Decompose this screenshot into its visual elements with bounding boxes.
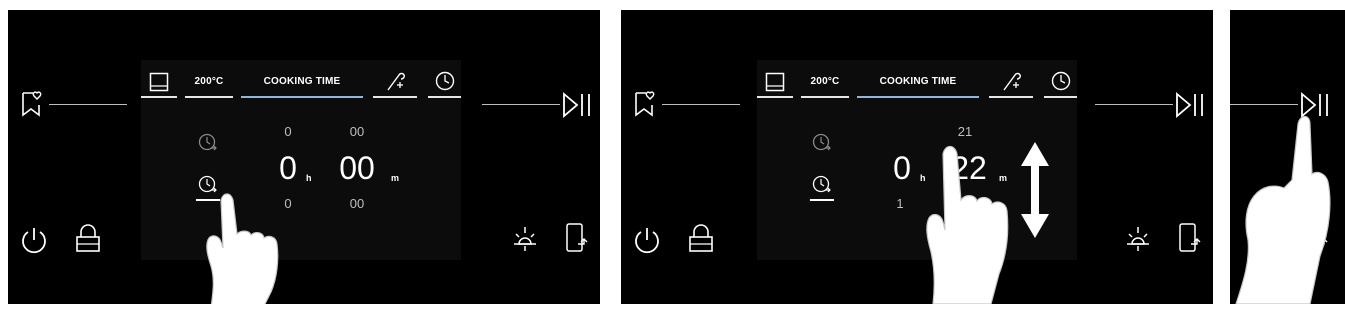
end-time-icon[interactable] xyxy=(811,174,833,194)
oven-control-panel-2: 200°C COOKING TIME 21 0 h 22 m 1 xyxy=(621,10,1213,304)
tab-cooking-time[interactable]: COOKING TIME xyxy=(241,68,363,98)
tab-probe[interactable] xyxy=(373,68,417,98)
start-pause-icon[interactable] xyxy=(562,92,592,118)
favourite-bookmark-icon[interactable] xyxy=(633,90,657,118)
hours-value[interactable]: 0 xyxy=(271,150,305,187)
meat-probe-icon xyxy=(385,69,407,93)
scroll-up-down-arrow-icon xyxy=(1019,140,1051,240)
favourite-bookmark-icon[interactable] xyxy=(20,90,44,118)
right-divider-line xyxy=(482,104,560,105)
left-divider-line xyxy=(662,104,740,105)
cooking-time-label: COOKING TIME xyxy=(879,76,957,87)
tab-temperature[interactable]: 200°C xyxy=(185,68,233,98)
lock-icon[interactable] xyxy=(687,224,715,254)
right-divider-line xyxy=(1095,104,1173,105)
finger-swipe-hand-icon xyxy=(919,140,1015,304)
selected-underline xyxy=(810,199,834,201)
power-icon[interactable] xyxy=(20,226,48,254)
tab-temperature[interactable]: 200°C xyxy=(801,68,849,98)
minutes-next-value: 00 xyxy=(349,196,365,211)
timer-icon xyxy=(434,70,456,92)
remote-phone-icon[interactable] xyxy=(564,222,590,254)
temperature-label: 200°C xyxy=(810,76,840,87)
oven-function-icon xyxy=(149,72,169,92)
display-screen: 200°C COOKING TIME 21 0 h 22 m 1 xyxy=(757,60,1077,260)
oven-light-icon[interactable] xyxy=(510,224,540,254)
remote-phone-icon[interactable] xyxy=(1177,222,1203,254)
hours-unit: h xyxy=(306,173,312,183)
left-divider-line xyxy=(49,104,127,105)
tab-cooking-time[interactable]: COOKING TIME xyxy=(857,68,979,98)
minutes-prev-value: 00 xyxy=(349,124,365,139)
display-screen: 200°C COOKING TIME 0 00 0 h 00 m 0 00 xyxy=(141,60,461,260)
cooking-duration-icon[interactable] xyxy=(811,132,833,152)
hours-prev-value: 0 xyxy=(284,124,292,139)
oven-control-panel-1: 200°C COOKING TIME 0 00 0 h 00 m 0 00 xyxy=(8,10,600,304)
tab-probe[interactable] xyxy=(989,68,1033,98)
meat-probe-icon xyxy=(1001,69,1023,93)
oven-function-icon xyxy=(765,72,785,92)
timer-icon xyxy=(1050,70,1072,92)
tab-function[interactable] xyxy=(141,68,177,98)
tab-timer[interactable] xyxy=(428,68,461,98)
hours-next-value: 1 xyxy=(896,196,904,211)
cooking-time-label: COOKING TIME xyxy=(263,76,341,87)
minutes-prev-value: 21 xyxy=(957,124,973,139)
hours-value[interactable]: 0 xyxy=(885,150,919,187)
oven-control-panel-3 xyxy=(1230,10,1345,304)
temperature-label: 200°C xyxy=(194,76,224,87)
tab-function[interactable] xyxy=(757,68,793,98)
lock-icon[interactable] xyxy=(74,224,102,254)
finger-tap-hand-icon xyxy=(201,188,286,304)
start-pause-icon[interactable] xyxy=(1175,92,1205,118)
power-icon[interactable] xyxy=(633,226,661,254)
cooking-duration-icon[interactable] xyxy=(197,132,219,152)
minutes-value[interactable]: 00 xyxy=(325,150,389,187)
oven-light-icon[interactable] xyxy=(1123,224,1153,254)
tab-timer[interactable] xyxy=(1044,68,1077,98)
finger-press-hand-icon xyxy=(1234,110,1334,304)
minutes-unit: m xyxy=(391,173,400,183)
right-divider-line xyxy=(1230,104,1298,105)
